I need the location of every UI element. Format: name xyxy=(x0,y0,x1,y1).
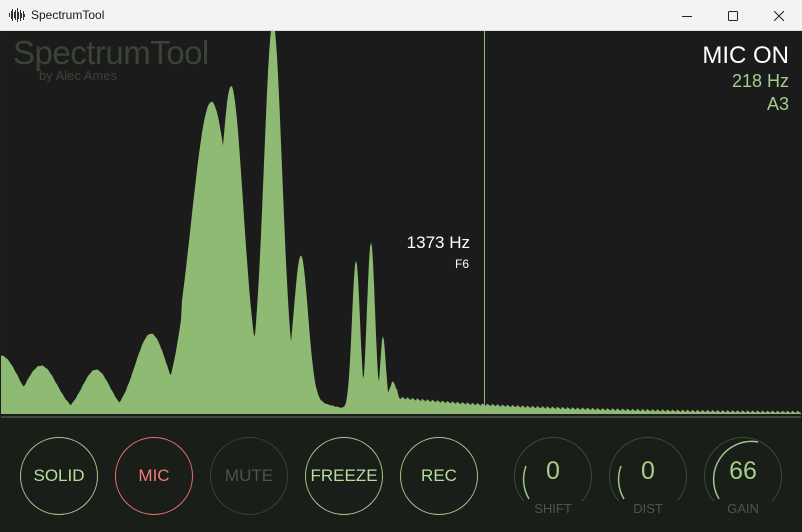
maximize-icon xyxy=(728,10,738,21)
gain-knob[interactable]: 66 GAIN xyxy=(704,437,782,516)
cursor-frequency: 1373 Hz xyxy=(406,233,470,252)
gain-label: GAIN xyxy=(705,501,781,516)
gain-value: 66 xyxy=(729,457,757,485)
dist-label: DIST xyxy=(610,501,686,516)
frequency-cursor xyxy=(484,31,485,411)
control-bar: SOLID MIC MUTE FREEZE REC 0 SHIFT 0 DIST… xyxy=(1,416,801,532)
shift-value: 0 xyxy=(546,457,560,485)
dist-knob[interactable]: 0 DIST xyxy=(609,437,687,516)
spectrum-display[interactable]: SpectrumTool by Alec Ames MIC ON 218 Hz … xyxy=(1,31,801,416)
dist-value: 0 xyxy=(641,457,655,485)
spectrum-fill xyxy=(1,31,801,414)
cursor-note: F6 xyxy=(454,257,469,271)
peak-frequency: 218 Hz xyxy=(731,71,789,92)
shift-knob[interactable]: 0 SHIFT xyxy=(514,437,592,516)
minimize-icon xyxy=(682,15,692,17)
rec-button[interactable]: REC xyxy=(400,437,478,515)
freeze-button[interactable]: FREEZE xyxy=(305,437,383,515)
waveform-icon xyxy=(9,8,26,22)
close-icon xyxy=(774,10,784,21)
window-title: SpectrumTool xyxy=(31,8,105,22)
title-bar: SpectrumTool xyxy=(0,0,802,31)
logo-subtitle: by Alec Ames xyxy=(39,68,118,83)
spectrum-graph xyxy=(1,31,801,414)
logo-title: SpectrumTool xyxy=(13,34,209,71)
solid-button[interactable]: SOLID xyxy=(20,437,98,515)
close-button[interactable] xyxy=(756,0,802,31)
mute-button[interactable]: MUTE xyxy=(210,437,288,515)
peak-note: A3 xyxy=(766,94,789,115)
shift-label: SHIFT xyxy=(515,501,591,516)
mic-button[interactable]: MIC xyxy=(115,437,193,515)
status-panel: MIC ON 218 Hz A3 xyxy=(702,43,789,114)
mic-status: MIC ON xyxy=(702,42,789,69)
minimize-button[interactable] xyxy=(664,0,710,31)
maximize-button[interactable] xyxy=(710,0,756,31)
